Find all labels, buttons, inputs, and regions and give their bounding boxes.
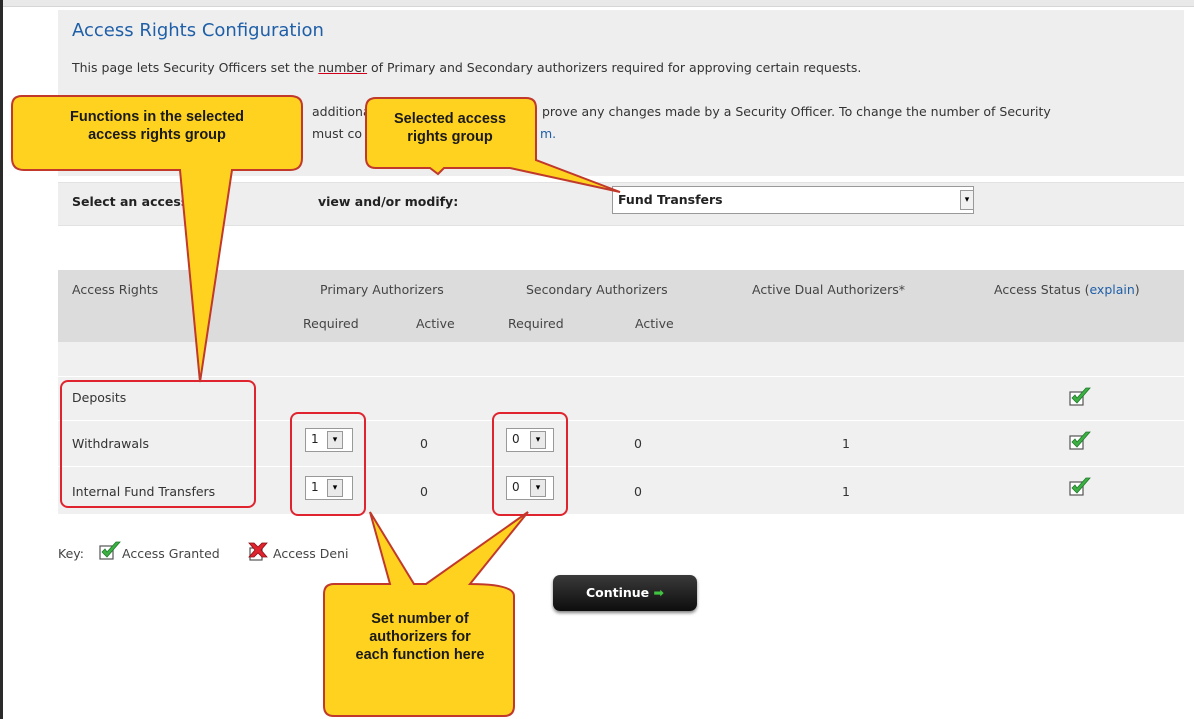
callout-set-number-text: Set number of authorizers for each functio… bbox=[355, 611, 485, 663]
callout-functions-text: Functions in the selected access rights g… bbox=[69, 109, 245, 143]
callout-selected-group-text: Selected access rights group bbox=[393, 111, 507, 145]
